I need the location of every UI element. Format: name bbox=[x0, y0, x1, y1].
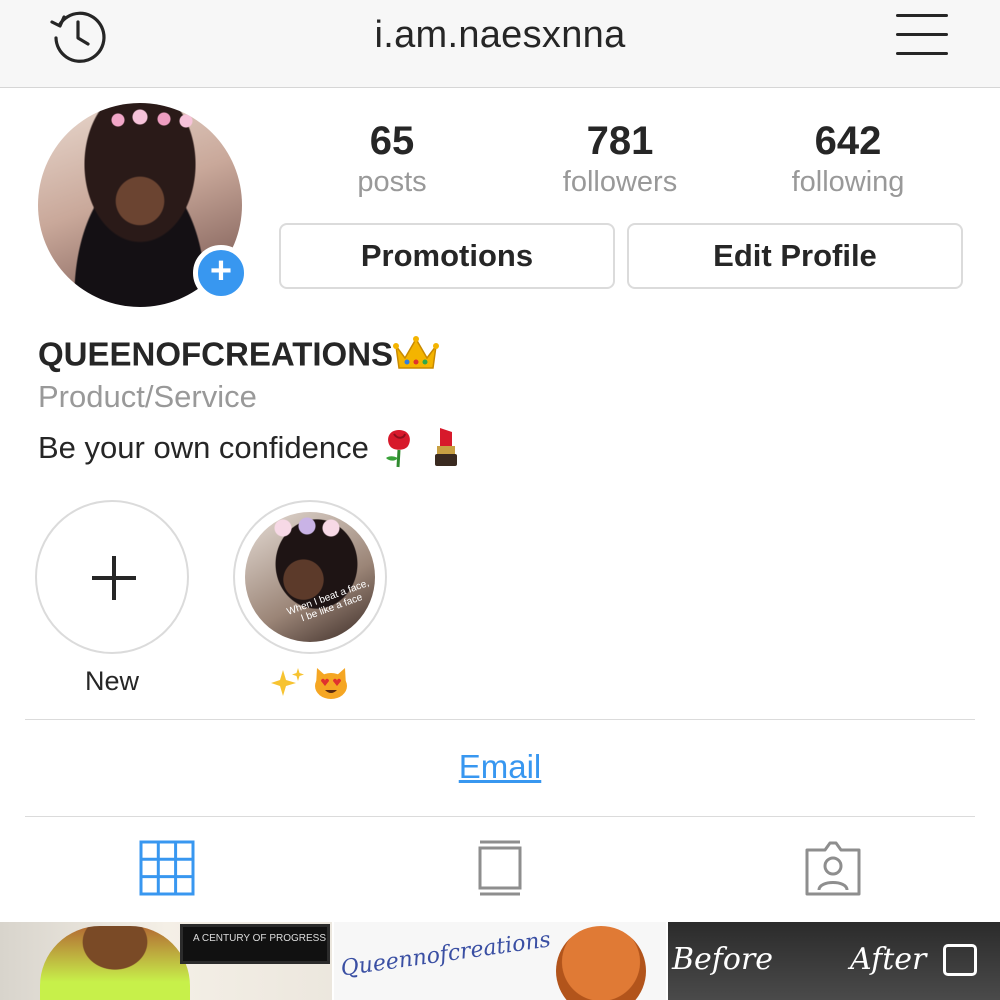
crown-icon bbox=[393, 334, 440, 380]
tagged-person-icon[interactable] bbox=[803, 838, 863, 898]
profile-bio: Be your own confidence bbox=[38, 424, 464, 476]
post-photo bbox=[40, 926, 190, 1000]
edit-profile-button[interactable]: Edit Profile bbox=[627, 223, 963, 289]
lipstick-icon bbox=[428, 424, 464, 476]
posts-label: posts bbox=[357, 166, 427, 198]
story-highlight-circle[interactable]: When I beat a face, I be like a face bbox=[233, 500, 387, 654]
sparkles-icon bbox=[271, 666, 305, 707]
story-highlight[interactable]: When I beat a face, I be like a face bbox=[233, 500, 387, 707]
followers-count-stat[interactable]: 781 followers bbox=[530, 118, 710, 200]
profile-category: Product/Service bbox=[38, 379, 257, 414]
post-overlay-text: A CENTURY OF PROGRESS bbox=[193, 933, 326, 944]
new-highlight-label: New bbox=[84, 666, 139, 696]
hamburger-menu-icon[interactable] bbox=[892, 10, 952, 60]
posts-count: 65 bbox=[369, 119, 415, 163]
following-label: following bbox=[791, 166, 905, 198]
post-photo bbox=[556, 926, 646, 1000]
post-after-text: After bbox=[850, 942, 927, 977]
rose-icon bbox=[378, 424, 420, 476]
list-feed-icon[interactable] bbox=[470, 838, 530, 898]
story-caption: When I beat a face, I be like a face bbox=[285, 577, 371, 625]
profile-username-title: i.am.naesxnna bbox=[374, 14, 626, 56]
multiple-photos-icon bbox=[943, 944, 977, 976]
story-highlight-thumbnail: When I beat a face, I be like a face bbox=[245, 512, 375, 642]
posts-grid: A CENTURY OF PROGRESS Queennofcreations … bbox=[0, 922, 1000, 1000]
avatar-filter-decoration bbox=[108, 109, 198, 131]
posts-count-stat[interactable]: 65 posts bbox=[302, 118, 482, 200]
bio-text: Be your own confidence bbox=[38, 430, 369, 466]
display-name-text: QUEENOFCREATIONS bbox=[38, 335, 394, 373]
framed-picture: A CENTURY OF PROGRESS bbox=[180, 924, 330, 964]
story-highlight-label bbox=[233, 666, 387, 707]
plus-icon bbox=[112, 556, 116, 600]
flower-crown-filter bbox=[273, 516, 353, 540]
grid-icon[interactable] bbox=[137, 838, 197, 898]
grid-post-2[interactable]: Queennofcreations bbox=[334, 922, 666, 1000]
new-highlight-circle[interactable] bbox=[35, 500, 189, 654]
add-story-plus-icon[interactable]: + bbox=[193, 245, 249, 301]
followers-label: followers bbox=[562, 166, 678, 198]
following-count-stat[interactable]: 642 following bbox=[758, 118, 938, 200]
section-divider bbox=[25, 719, 975, 720]
following-count: 642 bbox=[814, 119, 882, 163]
profile-display-name: QUEENOFCREATIONS bbox=[38, 334, 440, 380]
promotions-button[interactable]: Promotions bbox=[279, 223, 615, 289]
grid-post-1[interactable]: A CENTURY OF PROGRESS bbox=[0, 922, 332, 1000]
top-navigation-bar: i.am.naesxnna bbox=[0, 0, 1000, 88]
followers-count: 781 bbox=[586, 119, 654, 163]
post-overlay-text: Queennofcreations bbox=[339, 927, 553, 982]
new-highlight-button[interactable]: New bbox=[35, 500, 189, 697]
post-before-text: Before bbox=[672, 942, 774, 977]
section-divider bbox=[25, 816, 975, 817]
heart-eyes-cat-icon bbox=[313, 666, 349, 707]
email-contact-link[interactable]: Email bbox=[0, 748, 1000, 786]
